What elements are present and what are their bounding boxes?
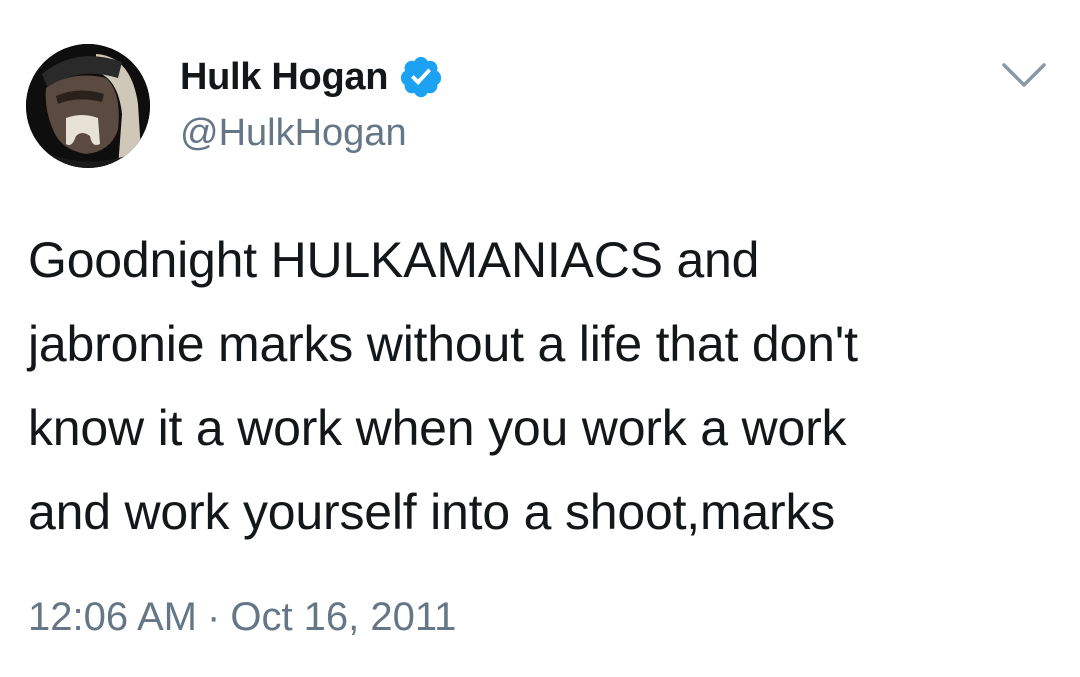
meta-separator: · xyxy=(207,595,221,639)
tweet-date: Oct 16, 2011 xyxy=(230,595,457,639)
tweet-card: Hulk Hogan @HulkHogan Goodnight HULKAMAN… xyxy=(0,0,1080,677)
chevron-down-icon[interactable] xyxy=(1000,60,1048,90)
author-display-name[interactable]: Hulk Hogan xyxy=(180,56,388,99)
avatar-image xyxy=(26,44,150,168)
author-handle[interactable]: @HulkHogan xyxy=(180,112,407,155)
tweet-time: 12:06 AM xyxy=(28,595,198,639)
author-name-row: Hulk Hogan xyxy=(180,52,444,102)
tweet-text: Goodnight HULKAMANIACS and jabronie mark… xyxy=(28,232,858,540)
verified-badge-icon xyxy=(398,54,444,100)
tweet-timestamp[interactable]: 12:06 AM · Oct 16, 2011 xyxy=(28,595,456,640)
avatar[interactable] xyxy=(26,44,150,168)
